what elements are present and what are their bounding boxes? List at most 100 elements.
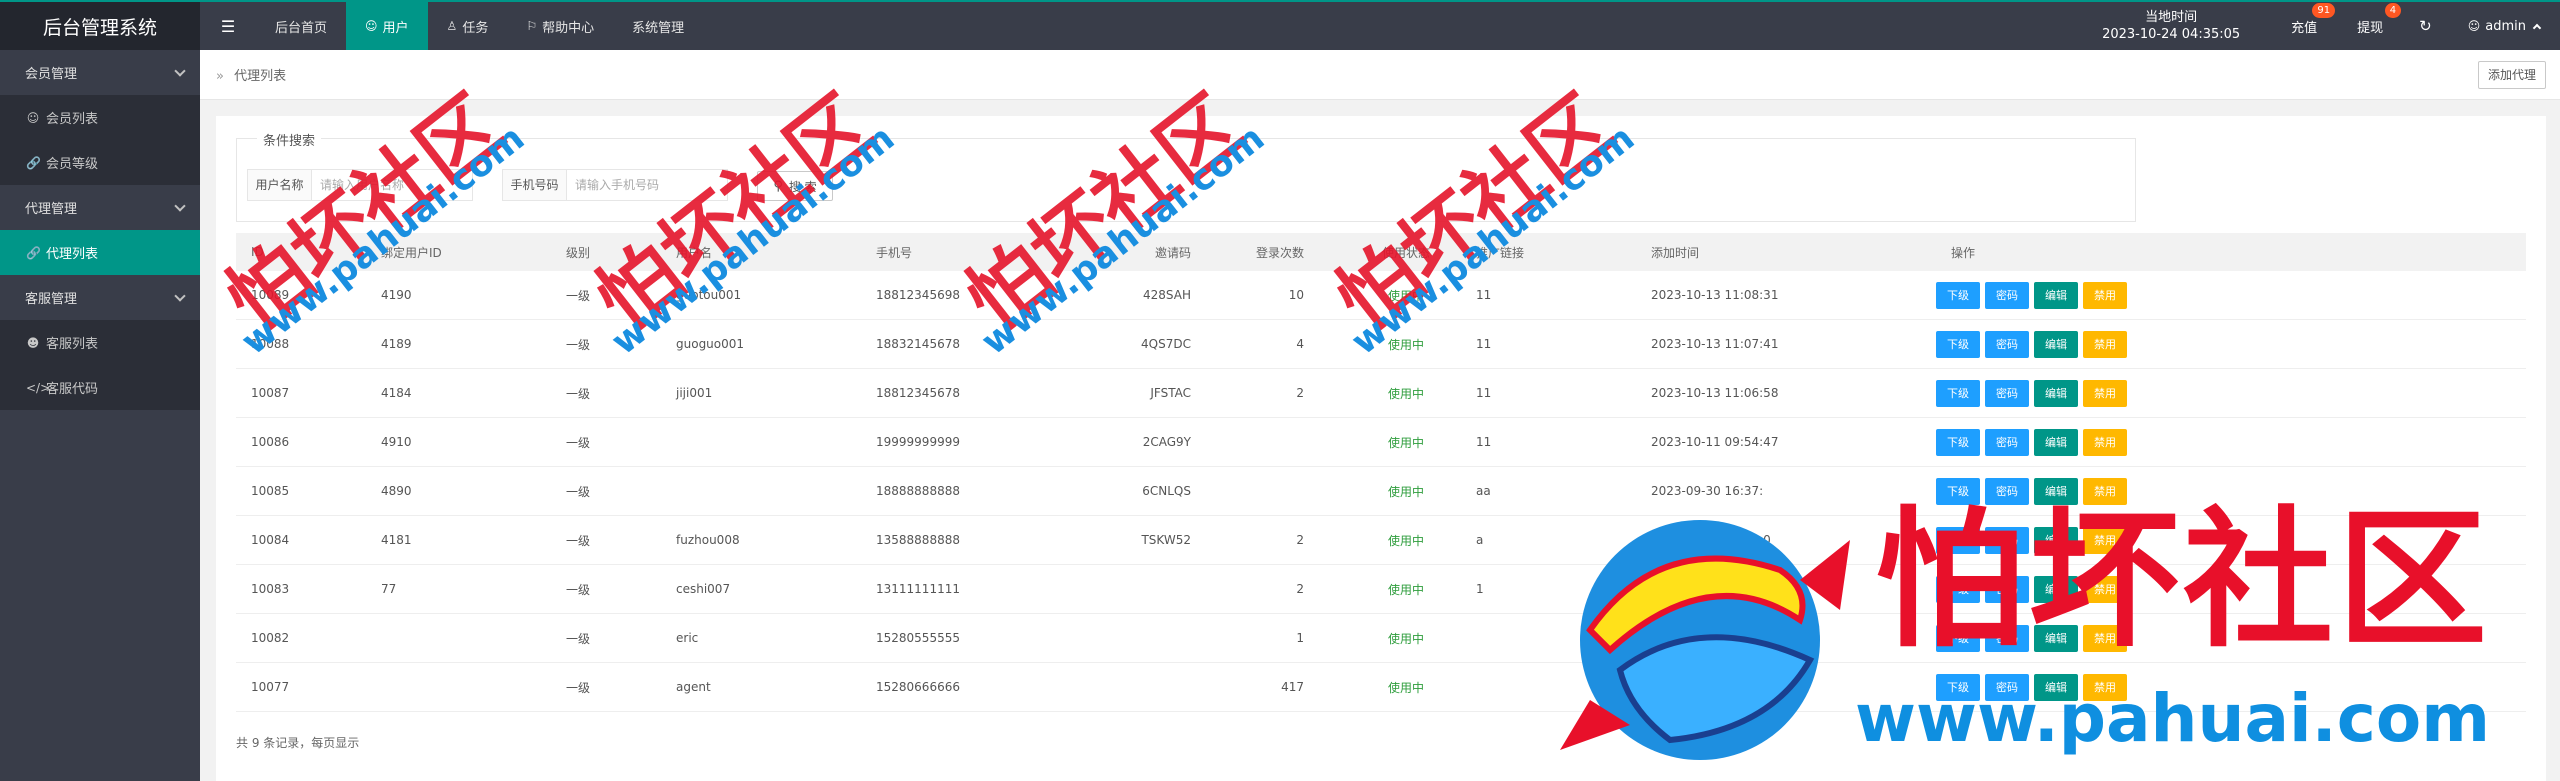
recharge-badge: 91	[2312, 2, 2336, 18]
password-button[interactable]: 密码	[1985, 330, 2029, 358]
cell-bind-id: 4910	[381, 435, 412, 449]
subordinates-button[interactable]: 下级	[1936, 281, 1980, 309]
nav-label: 任务	[462, 20, 489, 36]
cell-time: 2023-10-13 11:06:58	[1651, 386, 1779, 400]
cell-level: 一级	[566, 435, 591, 450]
recharge-button[interactable]: 充值 91	[2271, 2, 2337, 36]
column-header: 添加时间	[1651, 245, 1700, 260]
sidebar-item-member-level[interactable]: 🔗 会员等级	[0, 140, 200, 185]
phone-label: 手机号码	[503, 170, 567, 200]
nav-label: 帮助中心	[542, 20, 595, 36]
sidebar-group-members[interactable]: 会员管理	[0, 50, 200, 95]
cell-bind-id: 4184	[381, 386, 412, 400]
row-actions: 下级 密码 编辑 禁用	[1936, 428, 2326, 456]
clock-label: 当地时间	[2145, 10, 2198, 25]
nav-label: 后台首页	[275, 20, 328, 36]
cell-link: 11	[1476, 337, 1492, 351]
subordinates-button[interactable]: 下级	[1936, 428, 1980, 456]
subordinates-button[interactable]: 下级	[1936, 330, 1980, 358]
cell-link: 11	[1476, 435, 1492, 449]
subordinates-button[interactable]: 下级	[1936, 379, 1980, 407]
menu-toggle-icon[interactable]: ☰	[200, 2, 256, 50]
cell-id: 10087	[251, 386, 290, 400]
cell-logins: 2	[1296, 533, 1304, 547]
cell-level: 一级	[566, 631, 591, 646]
watermark-url: www.pahuai.com	[1855, 680, 2490, 757]
chevron-down-icon	[174, 64, 186, 77]
nav-label: 用户	[382, 20, 409, 36]
nav-home[interactable]: 后台首页	[256, 2, 346, 50]
cell-phone: 15280666666	[876, 680, 960, 694]
cell-phone: 15280555555	[876, 631, 960, 645]
cell-username: fuzhou008	[676, 533, 740, 547]
sidebar-item-member-list[interactable]: ☺ 会员列表	[0, 95, 200, 140]
disable-button[interactable]: 禁用	[2083, 428, 2127, 456]
user-icon: ☺	[26, 110, 40, 125]
refresh-icon[interactable]: ↻	[2403, 17, 2448, 35]
breadcrumb: » 代理列表	[216, 65, 286, 84]
nav-help[interactable]: ⚐ 帮助中心	[507, 2, 613, 50]
cell-logins: 1	[1296, 631, 1304, 645]
sidebar-item-support-code[interactable]: </> 客服代码	[0, 365, 200, 410]
cell-status: 使用中	[1387, 631, 1424, 646]
cell-level: 一级	[566, 533, 591, 548]
cell-username: jiji001	[676, 386, 713, 400]
sidebar-group-support[interactable]: 客服管理	[0, 275, 200, 320]
table-row: 10087 4184 一级 jiji001 18812345678 JFSTAC 2 使用中 1…	[236, 369, 2526, 418]
disable-button[interactable]: 禁用	[2083, 330, 2127, 358]
fish-logo-icon	[1560, 520, 1850, 760]
sidebar-item-label: 会员等级	[46, 157, 99, 172]
chevron-down-icon	[174, 199, 186, 212]
cell-level: 一级	[566, 582, 591, 597]
edit-button[interactable]: 编辑	[2034, 428, 2078, 456]
user-menu[interactable]: ☺ admin	[2448, 19, 2560, 34]
cell-link: 11	[1476, 288, 1492, 302]
link-icon: 🔗	[26, 245, 41, 260]
cell-phone: 19999999999	[876, 435, 960, 449]
nav-system[interactable]: 系统管理	[613, 2, 703, 50]
nav-label: 系统管理	[632, 20, 685, 36]
flag-icon: ⚐	[526, 19, 538, 33]
cell-link: 11	[1476, 386, 1492, 400]
cell-status: 使用中	[1387, 533, 1424, 548]
sidebar-item-support-list[interactable]: ☻ 客服列表	[0, 320, 200, 365]
cell-logins: 417	[1281, 680, 1304, 694]
sidebar-group-label: 客服管理	[25, 292, 78, 307]
disable-button[interactable]: 禁用	[2083, 379, 2127, 407]
breadcrumb-current: 代理列表	[234, 69, 287, 84]
nav-users[interactable]: ☺ 用户	[346, 2, 428, 50]
edit-button[interactable]: 编辑	[2034, 330, 2078, 358]
cell-phone: 13111111111	[876, 582, 960, 596]
cell-link: aa	[1476, 484, 1491, 498]
nav-tasks[interactable]: ♙ 任务	[428, 2, 508, 50]
cell-bind-id: 4890	[381, 484, 412, 498]
code-icon: </>	[26, 380, 51, 395]
sidebar-item-agent-list[interactable]: 🔗 代理列表	[0, 230, 200, 275]
cell-code: 2CAG9Y	[1142, 435, 1191, 449]
top-bar: ☰ 后台首页 ☺ 用户 ♙ 任务 ⚐ 帮助中心 系统管理 当地时间 2023-10-2…	[200, 0, 2560, 50]
edit-button[interactable]: 编辑	[2034, 379, 2078, 407]
cell-phone: 18888888888	[876, 484, 960, 498]
withdraw-button[interactable]: 提现 4	[2337, 2, 2403, 36]
cell-id: 10085	[251, 484, 290, 498]
row-actions: 下级 密码 编辑 禁用	[1936, 281, 2326, 309]
add-agent-button[interactable]: 添加代理	[2477, 61, 2546, 89]
edit-button[interactable]: 编辑	[2034, 281, 2078, 309]
password-button[interactable]: 密码	[1985, 379, 2029, 407]
cell-username: eric	[676, 631, 699, 645]
search-legend: 条件搜索	[257, 130, 322, 149]
cell-id: 10077	[251, 680, 290, 694]
cell-logins: 2	[1296, 582, 1304, 596]
cell-level: 一级	[566, 386, 591, 401]
column-header: 操作	[1951, 245, 1976, 260]
breadcrumb-bar: » 代理列表 添加代理	[200, 50, 2560, 100]
disable-button[interactable]: 禁用	[2083, 281, 2127, 309]
password-button[interactable]: 密码	[1985, 428, 2029, 456]
withdraw-label: 提现	[2357, 20, 2384, 36]
cell-username: guoguo001	[676, 337, 745, 351]
cell-time: 2023-10-13 11:08:31	[1651, 288, 1779, 302]
cell-logins: 4	[1296, 337, 1304, 351]
password-button[interactable]: 密码	[1985, 281, 2029, 309]
cell-status: 使用中	[1387, 680, 1424, 695]
sidebar-group-agents[interactable]: 代理管理	[0, 185, 200, 230]
